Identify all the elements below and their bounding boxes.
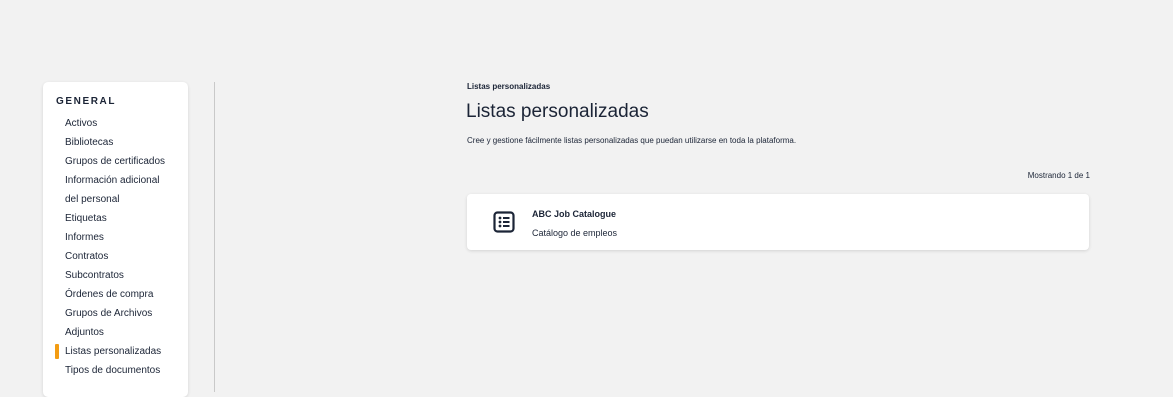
list-name: ABC Job Catalogue (532, 209, 617, 219)
sidebar-item-informes[interactable]: Informes (43, 228, 188, 247)
page-description: Cree y gestione fácilmente listas person… (467, 136, 797, 145)
sidebar-item-adjuntos[interactable]: Adjuntos (43, 323, 188, 342)
sidebar-item-ordenes-de-compra[interactable]: Órdenes de compra (43, 285, 188, 304)
sidebar-item-contratos[interactable]: Contratos (43, 247, 188, 266)
list-subtitle: Catálogo de empleos (532, 228, 618, 238)
sidebar-item-informacion-adicional[interactable]: Información adicional (43, 171, 188, 190)
sidebar-item-etiquetas[interactable]: Etiquetas (43, 209, 188, 228)
sidebar-item-bibliotecas[interactable]: Bibliotecas (43, 133, 188, 152)
breadcrumb[interactable]: Listas personalizadas (467, 82, 550, 91)
list-icon (492, 210, 516, 234)
settings-sidebar: GENERAL Activos Bibliotecas Grupos de ce… (43, 82, 188, 397)
vertical-divider (214, 82, 215, 392)
sidebar-item-grupos-de-certificados[interactable]: Grupos de certificados (43, 152, 188, 171)
sidebar-item-activos[interactable]: Activos (43, 114, 188, 133)
sidebar-item-tipos-de-documentos[interactable]: Tipos de documentos (43, 361, 188, 380)
sidebar-item-listas-personalizadas[interactable]: Listas personalizadas (43, 342, 188, 361)
sidebar-item-informacion-adicional-cont[interactable]: del personal (43, 190, 188, 209)
sidebar-item-grupos-de-archivos[interactable]: Grupos de Archivos (43, 304, 188, 323)
custom-list-card[interactable]: ABC Job Catalogue Catálogo de empleos (467, 194, 1089, 250)
sidebar-item-subcontratos[interactable]: Subcontratos (43, 266, 188, 285)
results-count: Mostrando 1 de 1 (1027, 171, 1090, 180)
sidebar-nav: Activos Bibliotecas Grupos de certificad… (43, 114, 188, 380)
page-title: Listas personalizadas (466, 101, 649, 122)
sidebar-heading: GENERAL (56, 96, 117, 107)
